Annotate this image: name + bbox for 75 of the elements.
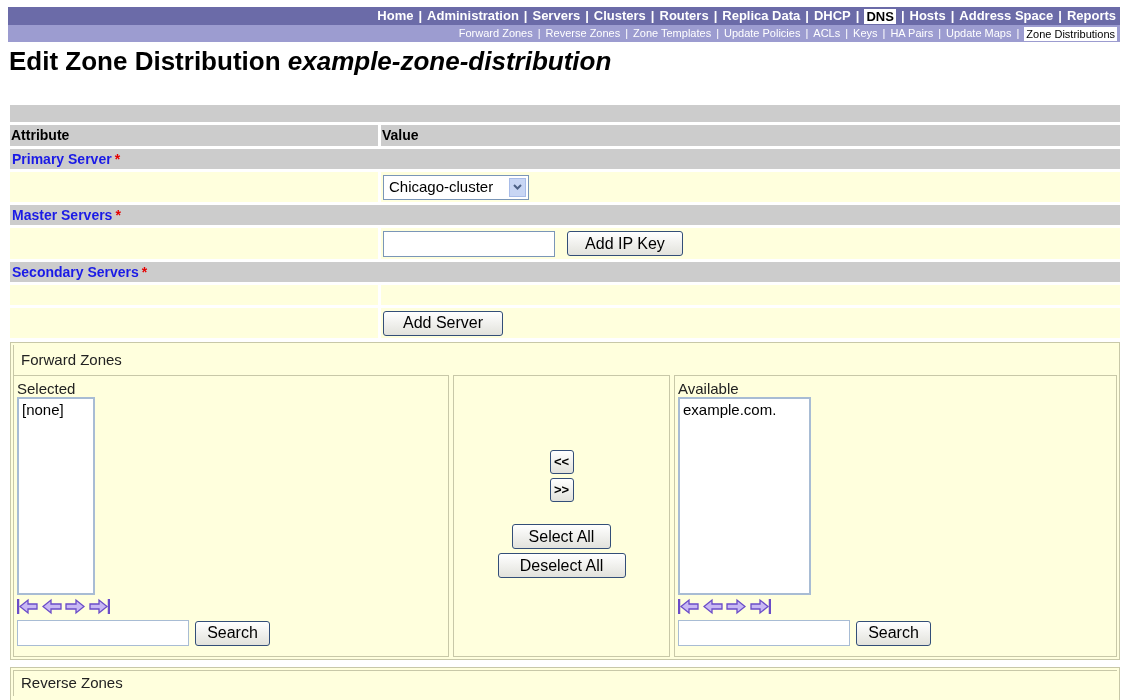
subnav-link[interactable]: ACLs bbox=[813, 25, 841, 42]
attribute-label: Primary Server bbox=[12, 149, 112, 169]
nav-separator: | bbox=[650, 7, 655, 26]
button[interactable]: Select All bbox=[512, 524, 611, 549]
required-mark: * bbox=[141, 262, 148, 282]
nav-link[interactable]: Address Space bbox=[959, 6, 1054, 26]
nav-link[interactable]: Routers bbox=[659, 6, 709, 26]
column-header: Value bbox=[381, 125, 1120, 146]
nav-separator: | bbox=[1058, 7, 1062, 26]
nav-link[interactable]: Reports bbox=[1066, 6, 1116, 26]
button[interactable]: Deselect All bbox=[497, 553, 626, 578]
subnav-link[interactable]: Zone Templates bbox=[633, 25, 712, 42]
next-page-icon[interactable] bbox=[726, 597, 746, 615]
search-field[interactable] bbox=[678, 620, 850, 646]
last-page-icon[interactable] bbox=[749, 597, 771, 615]
search-field[interactable] bbox=[17, 620, 189, 646]
first-page-icon[interactable] bbox=[678, 597, 700, 615]
nav-separator: | bbox=[625, 26, 629, 42]
list-label: Selected bbox=[17, 380, 77, 397]
nav-link[interactable]: DNS bbox=[864, 8, 896, 24]
required-mark: * bbox=[114, 149, 121, 169]
button[interactable]: Add IP Key bbox=[567, 231, 683, 256]
button[interactable]: Search bbox=[195, 620, 270, 646]
list-box[interactable]: [none] bbox=[17, 397, 95, 595]
nav-separator: | bbox=[585, 7, 589, 26]
nav-separator: | bbox=[713, 7, 718, 26]
previous-page-icon[interactable] bbox=[703, 597, 723, 615]
attribute-label: Secondary Servers bbox=[12, 262, 139, 282]
move-left-button[interactable]: << bbox=[549, 450, 574, 474]
subnav-link[interactable]: Forward Zones bbox=[458, 25, 533, 42]
subnav-link[interactable]: Update Maps bbox=[946, 25, 1012, 42]
button[interactable]: Add Server bbox=[383, 310, 503, 336]
nav-separator: | bbox=[855, 7, 860, 26]
ip-key-field[interactable] bbox=[383, 230, 555, 257]
list-box[interactable]: example.com. bbox=[678, 397, 811, 595]
page-title: Edit Zone Distribution example-zone-distribution bbox=[9, 45, 613, 78]
button[interactable]: Search bbox=[856, 620, 931, 646]
server-dropdown[interactable]: Chicago-cluster bbox=[383, 174, 529, 200]
nav-separator: | bbox=[418, 7, 423, 26]
list-label: Available bbox=[678, 380, 740, 397]
subnav-link[interactable]: HA Pairs bbox=[890, 25, 934, 42]
subnav-link[interactable]: Zone Distributions bbox=[1024, 26, 1117, 41]
nav-separator: | bbox=[845, 26, 849, 42]
nav-separator: | bbox=[938, 26, 942, 42]
nav-link[interactable]: Replica Data bbox=[722, 6, 801, 26]
list-option[interactable]: example.com. bbox=[683, 399, 806, 422]
nav-separator: | bbox=[1016, 26, 1020, 42]
nav-separator: | bbox=[805, 26, 809, 42]
attribute-label: Master Servers bbox=[12, 205, 113, 225]
nav-link[interactable]: Administration bbox=[427, 6, 519, 26]
first-page-icon[interactable] bbox=[17, 597, 39, 615]
next-page-icon[interactable] bbox=[65, 597, 85, 615]
list-option[interactable]: [none] bbox=[22, 399, 90, 422]
nav-separator: | bbox=[537, 26, 541, 42]
nav-link[interactable]: Clusters bbox=[593, 6, 646, 26]
column-header: Attribute bbox=[10, 125, 378, 146]
move-right-button[interactable]: >> bbox=[549, 478, 574, 502]
nav-separator: | bbox=[882, 26, 886, 42]
nav-separator: | bbox=[950, 7, 955, 26]
nav-link[interactable]: Servers bbox=[532, 6, 581, 26]
panel-title: Forward Zones bbox=[21, 349, 122, 370]
nav-link[interactable]: Home bbox=[377, 6, 414, 26]
nav-link[interactable]: Hosts bbox=[909, 6, 946, 26]
previous-page-icon[interactable] bbox=[42, 597, 62, 615]
nav-separator: | bbox=[805, 7, 809, 26]
panel-title: Reverse Zones bbox=[21, 673, 123, 694]
required-mark: * bbox=[115, 205, 121, 225]
subnav-link[interactable]: Keys bbox=[853, 25, 878, 42]
subnav-link[interactable]: Update Policies bbox=[724, 25, 801, 42]
nav-separator: | bbox=[716, 26, 719, 42]
nav-separator: | bbox=[523, 7, 528, 26]
nav-separator: | bbox=[900, 7, 905, 26]
nav-link[interactable]: DHCP bbox=[813, 6, 851, 26]
subnav-link[interactable]: Reverse Zones bbox=[545, 25, 621, 42]
last-page-icon[interactable] bbox=[88, 597, 110, 615]
